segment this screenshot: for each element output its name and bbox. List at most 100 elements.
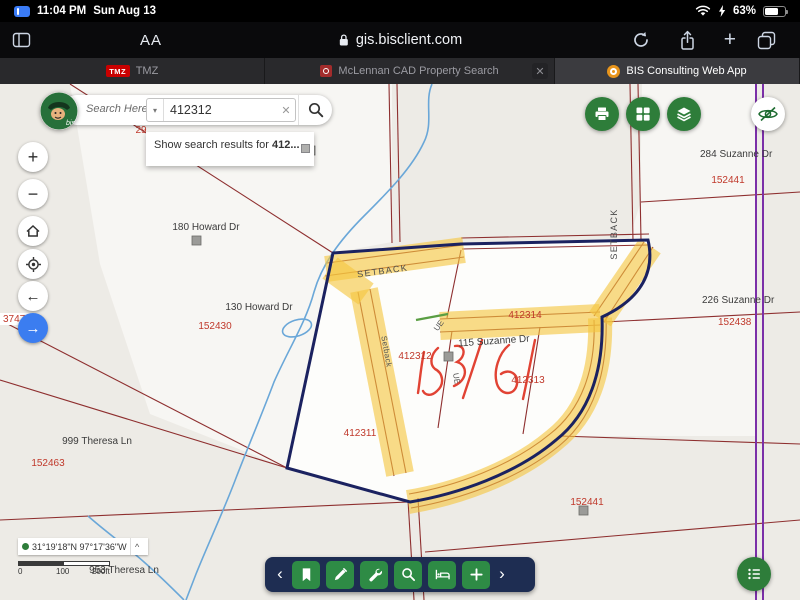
search-icon xyxy=(308,102,324,118)
tabs-icon xyxy=(757,31,776,50)
visibility-toggle-button[interactable] xyxy=(751,97,785,131)
bis-favicon xyxy=(607,65,620,78)
zoom-in-button[interactable]: + xyxy=(18,142,48,172)
plus-icon: + xyxy=(28,147,39,168)
lodging-tool-button[interactable] xyxy=(428,561,456,589)
parcel-label: 412314 xyxy=(508,310,542,321)
tab-bis-consulting[interactable]: BIS Consulting Web App xyxy=(555,58,800,84)
bookmark-icon xyxy=(299,567,314,582)
parcel-label: 412312 xyxy=(398,351,432,362)
road-label: UE xyxy=(451,372,462,385)
status-bar: 11:04 PM Sun Aug 13 63% xyxy=(0,0,800,22)
close-tab-button[interactable]: ✕ xyxy=(532,63,548,79)
address-bar[interactable]: gis.bisclient.com xyxy=(338,22,462,58)
bed-icon xyxy=(435,567,450,582)
chevron-down-icon: ▾ xyxy=(153,106,157,115)
tab-label: TMZ xyxy=(136,65,159,77)
locate-icon xyxy=(25,256,42,273)
chevron-up-icon: ^ xyxy=(135,542,139,552)
url-text: gis.bisclient.com xyxy=(356,32,462,48)
suggestion-text: Show search results for xyxy=(154,139,272,151)
search-value: 412312 xyxy=(164,103,277,117)
draw-tool-button[interactable] xyxy=(326,561,354,589)
back-button[interactable]: ← xyxy=(18,281,48,311)
reader-options-button[interactable]: AA xyxy=(140,22,162,58)
coordinates-expand-button[interactable]: ^ xyxy=(130,538,144,555)
clear-search-button[interactable]: ✕ xyxy=(277,104,295,117)
home-button[interactable] xyxy=(18,216,48,246)
screen-indicator-icon xyxy=(14,6,30,17)
home-icon xyxy=(25,223,41,239)
carousel-prev-button[interactable]: ‹ xyxy=(274,565,286,585)
pencil-icon xyxy=(333,567,348,582)
ipad-screen: 11:04 PM Sun Aug 13 63% AA xyxy=(0,0,800,600)
search-suggestion[interactable]: Show search results for 412... xyxy=(146,132,314,166)
tab-tmz[interactable]: TMZ TMZ xyxy=(0,58,265,84)
location-dot-icon xyxy=(22,543,29,550)
search-widget: Search Here: ▾ 412312 ✕ xyxy=(40,92,340,132)
printer-icon xyxy=(594,106,610,122)
tab-bar: TMZ TMZ McLennan CAD Property Search ✕ B… xyxy=(0,58,800,84)
grid-icon xyxy=(635,106,651,122)
street-label: 180 Howard Dr xyxy=(172,222,240,233)
street-label: 130 Howard Dr xyxy=(225,302,293,313)
coordinates-text: 31°19'18"N 97°17'36"W xyxy=(32,542,127,552)
zoom-out-button[interactable]: − xyxy=(18,179,48,209)
basemap-button[interactable] xyxy=(626,97,660,131)
locate-button[interactable] xyxy=(18,249,48,279)
tab-mclennan-cad[interactable]: McLennan CAD Property Search ✕ xyxy=(265,58,555,84)
scale-tick: 0 xyxy=(18,567,22,576)
tmz-favicon: TMZ xyxy=(106,65,130,77)
lock-icon xyxy=(338,33,350,47)
street-label: 284 Suzanne Dr xyxy=(700,149,773,160)
share-button[interactable] xyxy=(679,22,696,58)
print-button[interactable] xyxy=(585,97,619,131)
minus-icon: − xyxy=(28,184,39,205)
carousel-next-button[interactable]: › xyxy=(496,565,508,585)
tab-label: BIS Consulting Web App xyxy=(626,65,746,77)
back-arrow-icon: ← xyxy=(26,288,41,305)
wifi-icon xyxy=(695,5,711,17)
battery-icon xyxy=(763,6,786,17)
magnifier-icon xyxy=(401,567,416,582)
tools-button[interactable] xyxy=(360,561,388,589)
share-icon xyxy=(679,30,696,51)
parcel-label: 152441 xyxy=(711,175,745,186)
coordinates-readout: 31°19'18"N 97°17'36"W ^ xyxy=(18,538,148,555)
status-time: 11:04 PM xyxy=(37,5,86,17)
forward-button[interactable]: → xyxy=(18,313,48,343)
search-type-dropdown[interactable]: ▾ xyxy=(147,99,164,121)
parcel-label: 152463 xyxy=(31,458,65,469)
suggestion-marker xyxy=(301,144,310,153)
refresh-button[interactable] xyxy=(632,22,650,58)
list-icon xyxy=(746,566,762,582)
plus-icon xyxy=(469,567,484,582)
search-label: Search Here: xyxy=(86,103,151,115)
map-canvas[interactable]: 206 Howard Dr 180 Howard Dr 130 Howard D… xyxy=(0,84,800,600)
street-label: 999 Theresa Ln xyxy=(62,436,132,447)
scale-bar: 0 100 200ft xyxy=(18,561,118,576)
parcel-label: 412313 xyxy=(511,375,545,386)
battery-percent: 63% xyxy=(733,5,756,17)
tool-carousel: ‹ xyxy=(265,557,535,592)
layers-button[interactable] xyxy=(667,97,701,131)
search-input[interactable]: ▾ 412312 ✕ xyxy=(146,98,296,122)
street-label: 226 Suzanne Dr xyxy=(702,295,775,306)
identify-tool-button[interactable] xyxy=(394,561,422,589)
refresh-icon xyxy=(632,31,650,49)
layers-icon xyxy=(676,106,692,122)
scale-tick: 200ft xyxy=(92,567,110,576)
new-tab-button[interactable]: + xyxy=(724,22,736,58)
sidebar-icon xyxy=(12,31,31,49)
search-pill: Search Here: ▾ 412312 ✕ xyxy=(62,95,332,125)
sidebar-toggle-button[interactable] xyxy=(12,22,31,58)
legend-button[interactable] xyxy=(737,557,771,591)
search-submit-button[interactable] xyxy=(298,95,332,125)
tab-overview-button[interactable] xyxy=(757,22,776,58)
bookmark-tool-button[interactable] xyxy=(292,561,320,589)
scale-tick: 100 xyxy=(56,567,69,576)
parcel-label: 152430 xyxy=(198,321,232,332)
map-viewport[interactable]: 206 Howard Dr 180 Howard Dr 130 Howard D… xyxy=(0,84,800,600)
parcel-label: 152438 xyxy=(718,317,752,328)
add-tool-button[interactable] xyxy=(462,561,490,589)
